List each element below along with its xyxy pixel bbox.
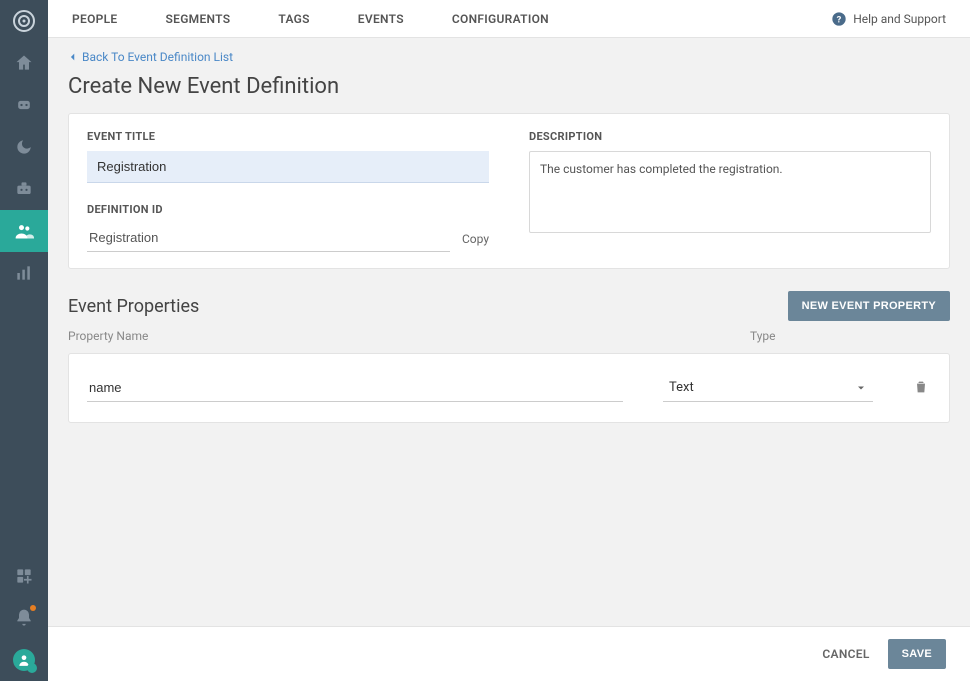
- new-event-property-button[interactable]: NEW EVENT PROPERTY: [788, 291, 950, 321]
- chevron-down-icon: [855, 382, 867, 394]
- nav-segments[interactable]: SEGMENTS: [166, 12, 231, 26]
- definition-card: EVENT TITLE DEFINITION ID Copy DESCRIPTI…: [68, 113, 950, 269]
- robot-icon[interactable]: [0, 168, 48, 210]
- properties-title: Event Properties: [68, 296, 788, 317]
- logo-icon[interactable]: [0, 0, 48, 42]
- delete-property-button[interactable]: [913, 379, 931, 397]
- event-title-label: EVENT TITLE: [87, 130, 489, 143]
- moon-icon[interactable]: [0, 126, 48, 168]
- top-nav: PEOPLE SEGMENTS TAGS EVENTS CONFIGURATIO…: [48, 0, 970, 38]
- help-label: Help and Support: [853, 12, 946, 26]
- apps-icon[interactable]: [0, 555, 48, 597]
- save-button[interactable]: SAVE: [888, 639, 946, 669]
- trash-icon: [913, 379, 929, 395]
- definition-id-input[interactable]: [87, 224, 450, 252]
- chevron-left-icon: [68, 52, 78, 62]
- description-input[interactable]: [529, 151, 931, 233]
- nav-tags[interactable]: TAGS: [278, 12, 309, 26]
- property-name-input[interactable]: [87, 374, 623, 402]
- page-title: Create New Event Definition: [68, 70, 950, 113]
- help-icon: ?: [831, 11, 847, 27]
- notification-dot: [30, 605, 36, 611]
- bot-icon[interactable]: [0, 84, 48, 126]
- cancel-button[interactable]: CANCEL: [822, 647, 869, 661]
- properties-header: Event Properties NEW EVENT PROPERTY: [68, 291, 950, 321]
- property-row: Text: [68, 353, 950, 423]
- nav-people[interactable]: PEOPLE: [72, 12, 118, 26]
- bell-icon[interactable]: [0, 597, 48, 639]
- main: PEOPLE SEGMENTS TAGS EVENTS CONFIGURATIO…: [48, 0, 970, 681]
- chart-icon[interactable]: [0, 252, 48, 294]
- home-icon[interactable]: [0, 42, 48, 84]
- description-label: DESCRIPTION: [529, 130, 931, 143]
- col-type: Type: [750, 329, 950, 343]
- property-type-value: Text: [669, 380, 694, 395]
- help-support[interactable]: ? Help and Support: [831, 11, 946, 27]
- breadcrumb-label: Back To Event Definition List: [82, 50, 233, 64]
- copy-button[interactable]: Copy: [462, 232, 489, 252]
- nav-configuration[interactable]: CONFIGURATION: [452, 12, 549, 26]
- definition-id-label: DEFINITION ID: [87, 203, 450, 216]
- col-property-name: Property Name: [68, 329, 710, 343]
- property-type-select[interactable]: Text: [663, 374, 873, 402]
- footer: CANCEL SAVE: [48, 626, 970, 681]
- nav-events[interactable]: EVENTS: [358, 12, 404, 26]
- sidebar: [0, 0, 48, 681]
- svg-text:?: ?: [837, 14, 842, 25]
- people-icon[interactable]: [0, 210, 48, 252]
- avatar-icon[interactable]: [0, 639, 48, 681]
- breadcrumb-back[interactable]: Back To Event Definition List: [68, 38, 233, 70]
- event-title-input[interactable]: [87, 151, 489, 183]
